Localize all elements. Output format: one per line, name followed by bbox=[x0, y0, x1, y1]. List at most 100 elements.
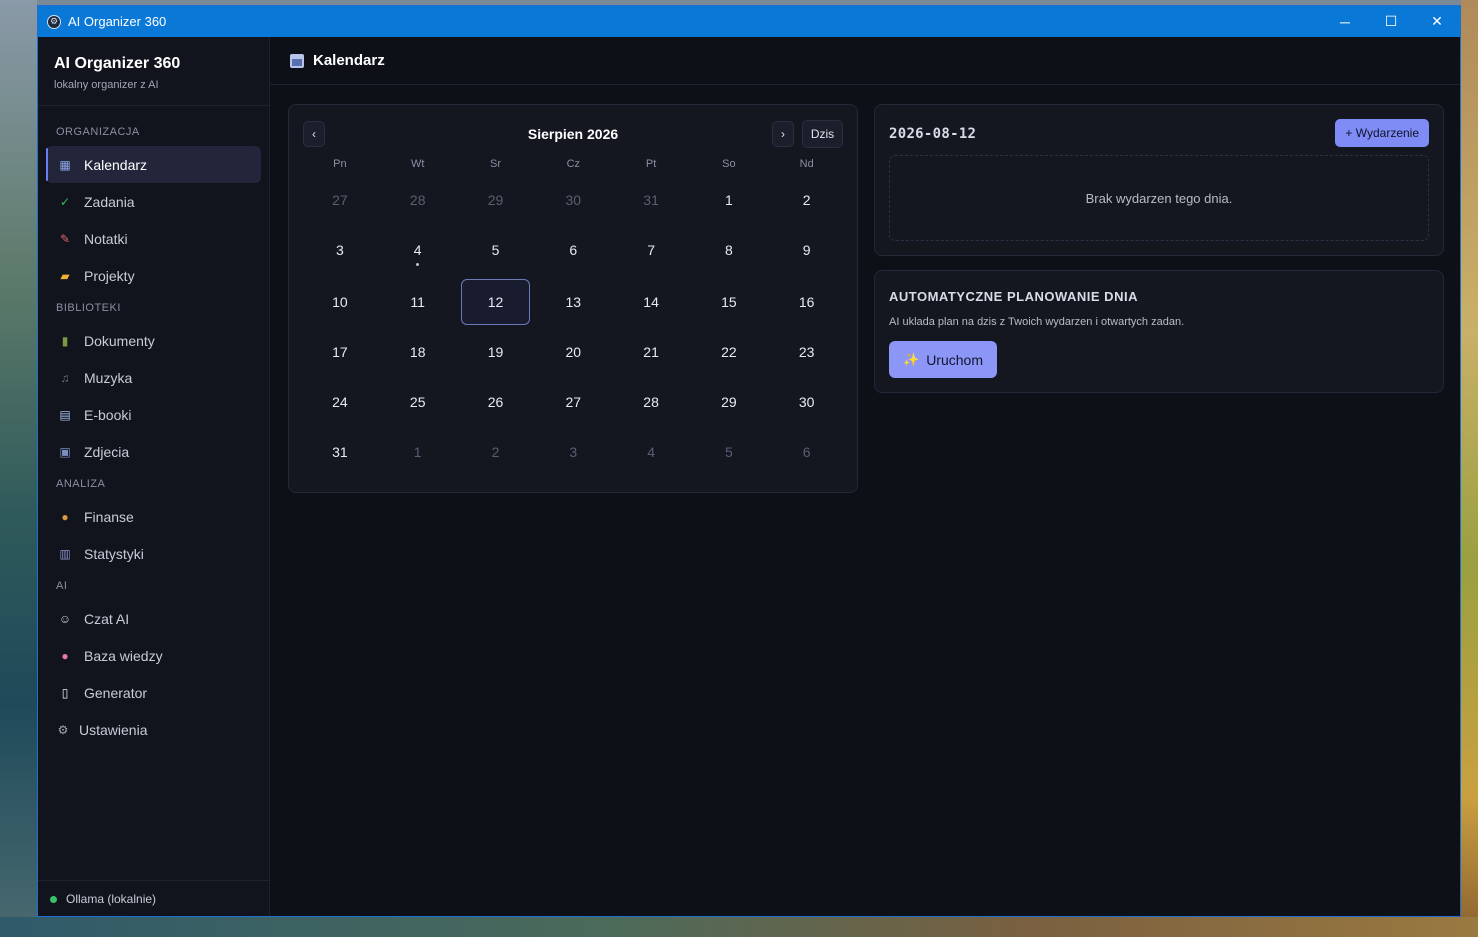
weekday-label: Pn bbox=[333, 158, 347, 170]
day-number: 11 bbox=[410, 294, 425, 310]
calendar-day[interactable]: 4 bbox=[612, 427, 690, 477]
calendar-day[interactable]: 14 bbox=[612, 277, 690, 327]
sidebar-item-projekty[interactable]: ▰ Projekty bbox=[46, 257, 261, 294]
day-number: 10 bbox=[332, 294, 348, 310]
sidebar-item-finanse[interactable]: ● Finanse bbox=[46, 498, 261, 535]
day-number: 4 bbox=[647, 444, 655, 460]
calendar-day[interactable]: 2 bbox=[457, 427, 535, 477]
calendar-day[interactable]: 4 bbox=[379, 223, 457, 277]
main-content: Kalendarz ‹ Sierpien 2026 › Dzis Pn Wt Sr C… bbox=[270, 37, 1460, 916]
sidebar-item-statystyki[interactable]: ▥ Statystyki bbox=[46, 535, 261, 572]
day-number: 3 bbox=[336, 242, 344, 258]
day-number: 15 bbox=[721, 294, 737, 310]
ai-status: Ollama (lokalnie) bbox=[38, 880, 269, 916]
money-bag-icon: ● bbox=[61, 509, 69, 524]
sidebar-item-label: Czat AI bbox=[84, 610, 130, 627]
sidebar-item-czat-ai[interactable]: ☺ Czat AI bbox=[46, 600, 261, 637]
app-logo-icon: ⚙ bbox=[47, 14, 61, 29]
calendar-day[interactable]: 21 bbox=[612, 327, 690, 377]
sidebar-item-label: Baza wiedzy bbox=[84, 647, 163, 664]
calendar-day[interactable]: 29 bbox=[690, 377, 768, 427]
next-month-button[interactable]: › bbox=[772, 121, 794, 147]
event-dot-icon bbox=[416, 263, 420, 266]
calendar-day[interactable]: 8 bbox=[690, 223, 768, 277]
add-event-button[interactable]: + Wydarzenie bbox=[1335, 119, 1429, 147]
auto-plan-description: AI uklada plan na dzis z Twoich wydarzen… bbox=[889, 316, 1185, 328]
day-number: 24 bbox=[332, 394, 348, 410]
nav-group: ⚙ Ustawienia bbox=[38, 711, 269, 748]
calendar-day[interactable]: 2 bbox=[768, 177, 846, 223]
calendar-day[interactable]: 30 bbox=[768, 377, 846, 427]
day-number: 22 bbox=[721, 344, 737, 360]
day-number: 31 bbox=[332, 444, 348, 460]
page-title: Kalendarz bbox=[313, 52, 385, 69]
calendar-day[interactable]: 3 bbox=[301, 223, 379, 277]
run-button[interactable]: ✨ Uruchom bbox=[889, 341, 997, 378]
calendar-day[interactable]: 16 bbox=[768, 277, 846, 327]
calendar-day[interactable]: 23 bbox=[768, 327, 846, 377]
calendar-day[interactable]: 26 bbox=[457, 377, 535, 427]
day-number: 16 bbox=[798, 294, 815, 310]
calendar-day[interactable]: 15 bbox=[690, 277, 768, 327]
calendar-day[interactable]: 7 bbox=[612, 223, 690, 277]
calendar-day[interactable]: 27 bbox=[301, 177, 379, 223]
books-icon: ▮ bbox=[61, 333, 69, 348]
calendar-panel: ‹ Sierpien 2026 › Dzis Pn Wt Sr Cz Pt So Nd 27… bbox=[288, 104, 858, 493]
sidebar-item-settings[interactable]: ⚙ Ustawienia bbox=[46, 711, 261, 748]
calendar-day[interactable]: 9 bbox=[768, 223, 846, 277]
calendar-day[interactable]: 5 bbox=[690, 427, 768, 477]
section-label: BIBLIOTEKI bbox=[56, 302, 121, 314]
sidebar-item-notatki[interactable]: ✎ Notatki bbox=[46, 220, 261, 257]
calendar-day[interactable]: 25 bbox=[379, 377, 457, 427]
sidebar-item-baza-wiedzy[interactable]: ● Baza wiedzy bbox=[46, 637, 261, 674]
calendar-day[interactable]: 31 bbox=[301, 427, 379, 477]
calendar-day[interactable]: 3 bbox=[534, 427, 612, 477]
calendar-day[interactable]: 20 bbox=[534, 327, 612, 377]
brand-subtitle: lokalny organizer z AI bbox=[54, 79, 159, 91]
sidebar: AI Organizer 360 lokalny organizer z AI … bbox=[38, 37, 270, 916]
weekday-label: Sr bbox=[489, 158, 501, 170]
calendar-day[interactable]: 28 bbox=[612, 377, 690, 427]
checkbox-icon: ✓ bbox=[59, 194, 71, 209]
calendar-day[interactable]: 18 bbox=[379, 327, 457, 377]
calendar-day[interactable]: 28 bbox=[379, 177, 457, 223]
title-bar[interactable]: ⚙ AI Organizer 360 ─ ☐ ✕ bbox=[38, 6, 1460, 37]
sidebar-item-muzyka[interactable]: ♫ Muzyka bbox=[46, 359, 261, 396]
calendar-day[interactable]: 6 bbox=[768, 427, 846, 477]
calendar-day[interactable]: 17 bbox=[301, 327, 379, 377]
calendar-day[interactable]: 10 bbox=[301, 277, 379, 327]
calendar-day[interactable]: 13 bbox=[534, 277, 612, 327]
maximize-button[interactable]: ☐ bbox=[1368, 6, 1414, 37]
sidebar-item-generator[interactable]: ▯ Generator bbox=[46, 674, 261, 711]
minimize-button[interactable]: ─ bbox=[1322, 6, 1368, 37]
status-dot-icon bbox=[50, 895, 57, 903]
calendar-day[interactable]: 1 bbox=[690, 177, 768, 223]
calendar-day[interactable]: 1 bbox=[379, 427, 457, 477]
calendar-icon: ▦ bbox=[59, 157, 71, 172]
sidebar-item-e-booki[interactable]: ▤ E-booki bbox=[46, 396, 261, 433]
calendar-day[interactable]: 29 bbox=[457, 177, 535, 223]
sidebar-item-zdjecia[interactable]: ▣ Zdjecia bbox=[46, 433, 261, 470]
calendar-day[interactable]: 12 bbox=[460, 279, 531, 325]
day-number: 27 bbox=[332, 192, 348, 208]
calendar-day[interactable]: 6 bbox=[534, 223, 612, 277]
calendar-day[interactable]: 27 bbox=[534, 377, 612, 427]
calendar-day[interactable]: 31 bbox=[612, 177, 690, 223]
calendar-day[interactable]: 30 bbox=[534, 177, 612, 223]
close-button[interactable]: ✕ bbox=[1414, 6, 1460, 37]
section-label: ANALIZA bbox=[56, 478, 106, 490]
sidebar-item-kalendarz[interactable]: ▦ Kalendarz bbox=[46, 146, 261, 183]
calendar-day[interactable]: 5 bbox=[457, 223, 535, 277]
nav-group: ▮ Dokumenty ♫ Muzyka ▤ E-booki ▣ Zdjecia bbox=[38, 322, 269, 470]
day-number: 23 bbox=[798, 344, 815, 360]
day-number: 31 bbox=[643, 192, 659, 208]
calendar-day[interactable]: 24 bbox=[301, 377, 379, 427]
sidebar-item-zadania[interactable]: ✓ Zadania bbox=[46, 183, 261, 220]
calendar-day[interactable]: 22 bbox=[690, 327, 768, 377]
sidebar-item-dokumenty[interactable]: ▮ Dokumenty bbox=[46, 322, 261, 359]
calendar-day[interactable]: 19 bbox=[457, 327, 535, 377]
auto-plan-title: AUTOMATYCZNE PLANOWANIE DNIA bbox=[889, 289, 1138, 304]
auto-plan-panel: AUTOMATYCZNE PLANOWANIE DNIA AI uklada p… bbox=[874, 270, 1444, 393]
calendar-day[interactable]: 11 bbox=[379, 277, 457, 327]
today-button[interactable]: Dzis bbox=[802, 120, 843, 148]
